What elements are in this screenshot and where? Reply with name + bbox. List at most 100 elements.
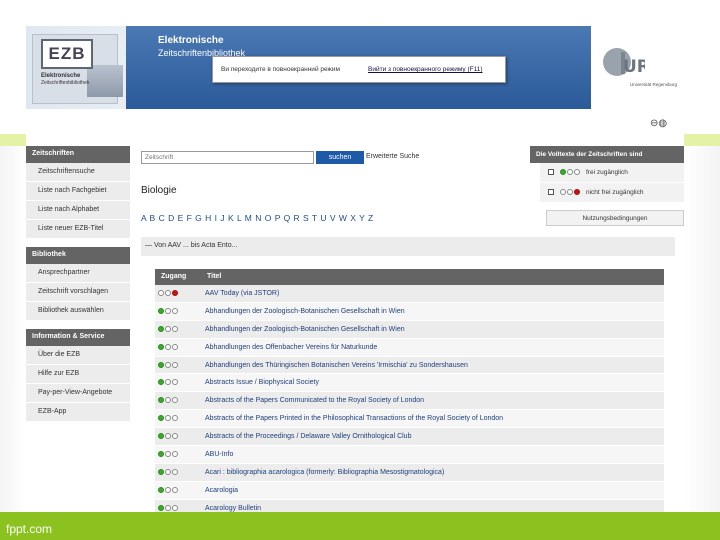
access-dot-icon (172, 290, 178, 296)
slide-frame-right (684, 146, 720, 512)
table-row: Acarologia (155, 481, 664, 500)
journal-title-link[interactable]: Acarologia (205, 487, 238, 494)
sidebar-item-pay-per-view[interactable]: Pay-per-View-Angebote (26, 384, 130, 403)
left-sidebar: Zeitschriften Zeitschriftensuche Liste n… (26, 146, 130, 422)
sidebar-item-journal-search[interactable]: Zeitschriftensuche (26, 163, 130, 182)
access-dot-icon (158, 361, 164, 368)
table-header: Zugang Titel (155, 269, 664, 285)
sidebar-section-info-service: Information & Service (26, 329, 130, 346)
access-dot-icon (158, 504, 164, 511)
search-button[interactable]: suchen (316, 151, 364, 164)
traffic-light-icon (158, 325, 179, 333)
access-dot-icon (560, 169, 566, 175)
advanced-search-link[interactable]: Erweiterte Suche (366, 153, 419, 160)
journal-title-link[interactable]: ABU-Info (205, 451, 233, 458)
sidebar-item-ezb-app[interactable]: EZB-App (26, 403, 130, 422)
journal-title-link[interactable]: Abstracts Issue / Biophysical Society (205, 379, 319, 386)
ezb-logo[interactable]: EZB Elektronische Zeitschriftenbibliothe… (32, 34, 123, 104)
sidebar-item-new-titles[interactable]: Liste neuer EZB-Titel (26, 220, 130, 239)
table-row: Abstracts of the Papers Printed in the P… (155, 410, 664, 429)
legend-checkbox-restricted[interactable] (548, 189, 554, 195)
traffic-light-icon (560, 169, 581, 176)
journal-table: Zugang Titel AAV Today (via JSTOR) Abhand… (155, 269, 664, 514)
journal-title-link[interactable]: Abstracts of the Proceedings / Delaware … (205, 433, 411, 440)
column-header-access[interactable]: Zugang (161, 273, 186, 280)
legend-checkbox-free[interactable] (548, 169, 554, 175)
journal-title-link[interactable]: Acari : bibliographia acarologica (forme… (205, 469, 444, 476)
access-dot-icon (158, 451, 164, 458)
table-body: AAV Today (via JSTOR) Abhandlungen der Zo… (155, 285, 664, 514)
access-dot-icon (158, 343, 164, 350)
sidebar-item-suggest-journal[interactable]: Zeitschrift vorschlagen (26, 283, 130, 302)
access-dot-icon (158, 325, 164, 332)
sidebar-item-help[interactable]: Hilfe zur EZB (26, 365, 130, 384)
table-row: Abstracts of the Papers Communicated to … (155, 392, 664, 411)
traffic-light-icon (158, 379, 179, 386)
traffic-light-icon (560, 189, 581, 196)
access-dot-icon (172, 361, 178, 368)
access-dot-icon (172, 433, 178, 440)
access-dot-icon (172, 486, 178, 493)
pause-circle-icon[interactable]: ◍ (658, 118, 667, 129)
column-header-title[interactable]: Titel (207, 273, 221, 280)
access-dot-icon (567, 169, 573, 175)
svg-text:UR: UR (623, 57, 645, 77)
access-dot-icon (172, 397, 178, 404)
watermark-text: fppt.com (6, 522, 53, 536)
page-title: Biologie (141, 185, 177, 196)
journal-title-link[interactable]: AAV Today (via JSTOR) (205, 290, 279, 297)
access-dot-icon (165, 325, 171, 332)
table-row: ABU-Info (155, 446, 664, 464)
legend-title[interactable]: Die Volltexte der Zeitschriften sind (530, 146, 684, 163)
exit-fullscreen-link[interactable]: Вийти з повноекранного режиму (F11) (368, 66, 483, 73)
traffic-light-icon (158, 307, 179, 315)
sidebar-item-list-by-subject[interactable]: Liste nach Fachgebiet (26, 182, 130, 201)
traffic-light-icon (158, 486, 179, 494)
terms-of-use-button[interactable]: Nutzungsbedingungen (546, 210, 684, 226)
sidebar-item-list-by-alphabet[interactable]: Liste nach Alphabet (26, 201, 130, 220)
access-dot-icon (574, 169, 580, 175)
access-dot-icon (165, 290, 171, 296)
access-dot-icon (567, 189, 573, 195)
site-title: Elektronische (158, 35, 224, 46)
journal-title-link[interactable]: Acarology Bulletin (205, 505, 261, 512)
traffic-light-icon (158, 361, 179, 369)
journal-title-link[interactable]: Abhandlungen der Zoologisch-Botanischen … (205, 308, 405, 315)
access-dot-icon (172, 307, 178, 314)
fullscreen-notice-popup: Ви переходите в повноекранний режим Вийт… (212, 56, 506, 83)
access-dot-icon (165, 361, 171, 368)
traffic-light-icon (158, 343, 179, 351)
search-input[interactable] (141, 151, 314, 164)
toolbar-icons: ⊖◍ (650, 118, 667, 129)
access-dot-icon (560, 189, 566, 195)
journal-title-link[interactable]: Abstracts of the Papers Printed in the P… (205, 415, 503, 422)
legend-row-free: frei zugänglich (530, 163, 684, 183)
journal-title-link[interactable]: Abhandlungen des Offenbacher Vereins für… (205, 344, 377, 351)
slide-top-band (0, 0, 720, 26)
journal-title-link[interactable]: Abhandlungen der Zoologisch-Botanischen … (205, 326, 405, 333)
access-dot-icon (574, 189, 580, 195)
slide-footer-bar (0, 512, 720, 540)
access-legend-panel: Die Volltexte der Zeitschriften sind fre… (530, 146, 684, 226)
alphabet-navigation[interactable]: A B C D E F G H I J K L M N O P Q R S T … (141, 213, 374, 223)
journal-title-link[interactable]: Abhandlungen des Thüringischen Botanisch… (205, 362, 468, 369)
journal-title-link[interactable]: Abstracts of the Papers Communicated to … (205, 397, 424, 404)
traffic-light-icon (158, 397, 179, 404)
ezb-logo-text: EZB (41, 39, 93, 69)
ezb-logo-subtitle-2: Zeitschriftenbibliothek (41, 80, 90, 86)
access-dot-icon (165, 307, 171, 314)
access-dot-icon (165, 504, 171, 511)
access-dot-icon (158, 379, 164, 386)
sidebar-item-contact[interactable]: Ansprechpartner (26, 264, 130, 283)
sidebar-section-journals: Zeitschriften (26, 146, 130, 163)
access-dot-icon (158, 433, 164, 440)
legend-label-restricted: nicht frei zugänglich (586, 189, 644, 196)
university-name: Universität Regensburg (630, 82, 678, 87)
legend-row-restricted: nicht frei zugänglich (530, 183, 684, 203)
sidebar-item-select-library[interactable]: Bibliothek auswählen (26, 302, 130, 321)
traffic-light-icon (158, 415, 179, 422)
range-selector[interactable]: — Von AAV ... bis Acta Ento... (141, 237, 675, 256)
access-dot-icon (172, 451, 178, 458)
sidebar-item-about-ezb[interactable]: Über die EZB (26, 346, 130, 365)
university-logo[interactable]: UR (601, 40, 645, 84)
